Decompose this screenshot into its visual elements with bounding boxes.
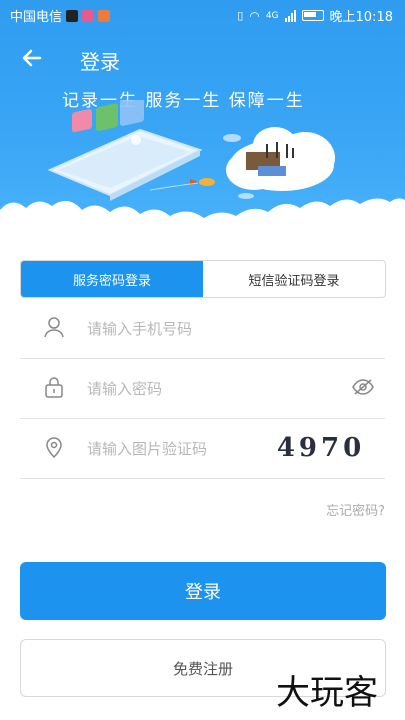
video-app-icon	[98, 9, 111, 22]
network-type-label: 4G	[265, 10, 279, 21]
header-banner: 中国电信 ▯ ◠ 4G 晚上10:18 登录 记录一生 服务一生 保障一生	[0, 0, 405, 232]
tab-password-login[interactable]: 服务密码登录	[21, 261, 203, 297]
rocket-illustration	[149, 178, 215, 191]
time-label: 晚上10:18	[329, 10, 393, 25]
forgot-password-link[interactable]: 忘记密码?	[326, 500, 385, 519]
phone-field[interactable]: 请输入手机号码	[20, 298, 385, 359]
password-field[interactable]: 请输入密码	[20, 358, 385, 419]
watermark: 大玩客	[276, 673, 378, 713]
wifi-icon: ◠	[249, 8, 260, 23]
cloud-illustration	[226, 127, 335, 191]
page-title: 登录	[80, 50, 120, 74]
phone-input[interactable]: 请输入手机号码	[87, 318, 192, 339]
tiktok-icon	[66, 9, 79, 22]
tab-sms-login[interactable]: 短信验证码登录	[203, 261, 385, 297]
signal-icon	[284, 9, 296, 22]
cloud-edge	[0, 198, 405, 232]
status-bar: 中国电信 ▯ ◠ 4G 晚上10:18	[0, 0, 405, 28]
login-button[interactable]: 登录	[20, 562, 386, 620]
lock-icon	[45, 377, 63, 398]
captcha-image[interactable]: 4970	[275, 430, 367, 466]
back-arrow-icon[interactable]	[20, 46, 44, 70]
eye-hidden-icon[interactable]	[351, 378, 375, 396]
login-tabs: 服务密码登录 短信验证码登录	[20, 260, 386, 298]
vibrate-icon: ▯	[237, 9, 244, 22]
captcha-field[interactable]: 请输入图片验证码 4970	[20, 418, 385, 479]
header-illustration	[0, 100, 405, 232]
user-icon	[44, 317, 64, 338]
captcha-input[interactable]: 请输入图片验证码	[87, 438, 207, 459]
carrier-label: 中国电信	[10, 10, 63, 25]
location-pin-icon	[46, 437, 62, 458]
app-icon	[82, 9, 95, 22]
password-input[interactable]: 请输入密码	[87, 378, 162, 399]
battery-icon	[301, 10, 324, 21]
